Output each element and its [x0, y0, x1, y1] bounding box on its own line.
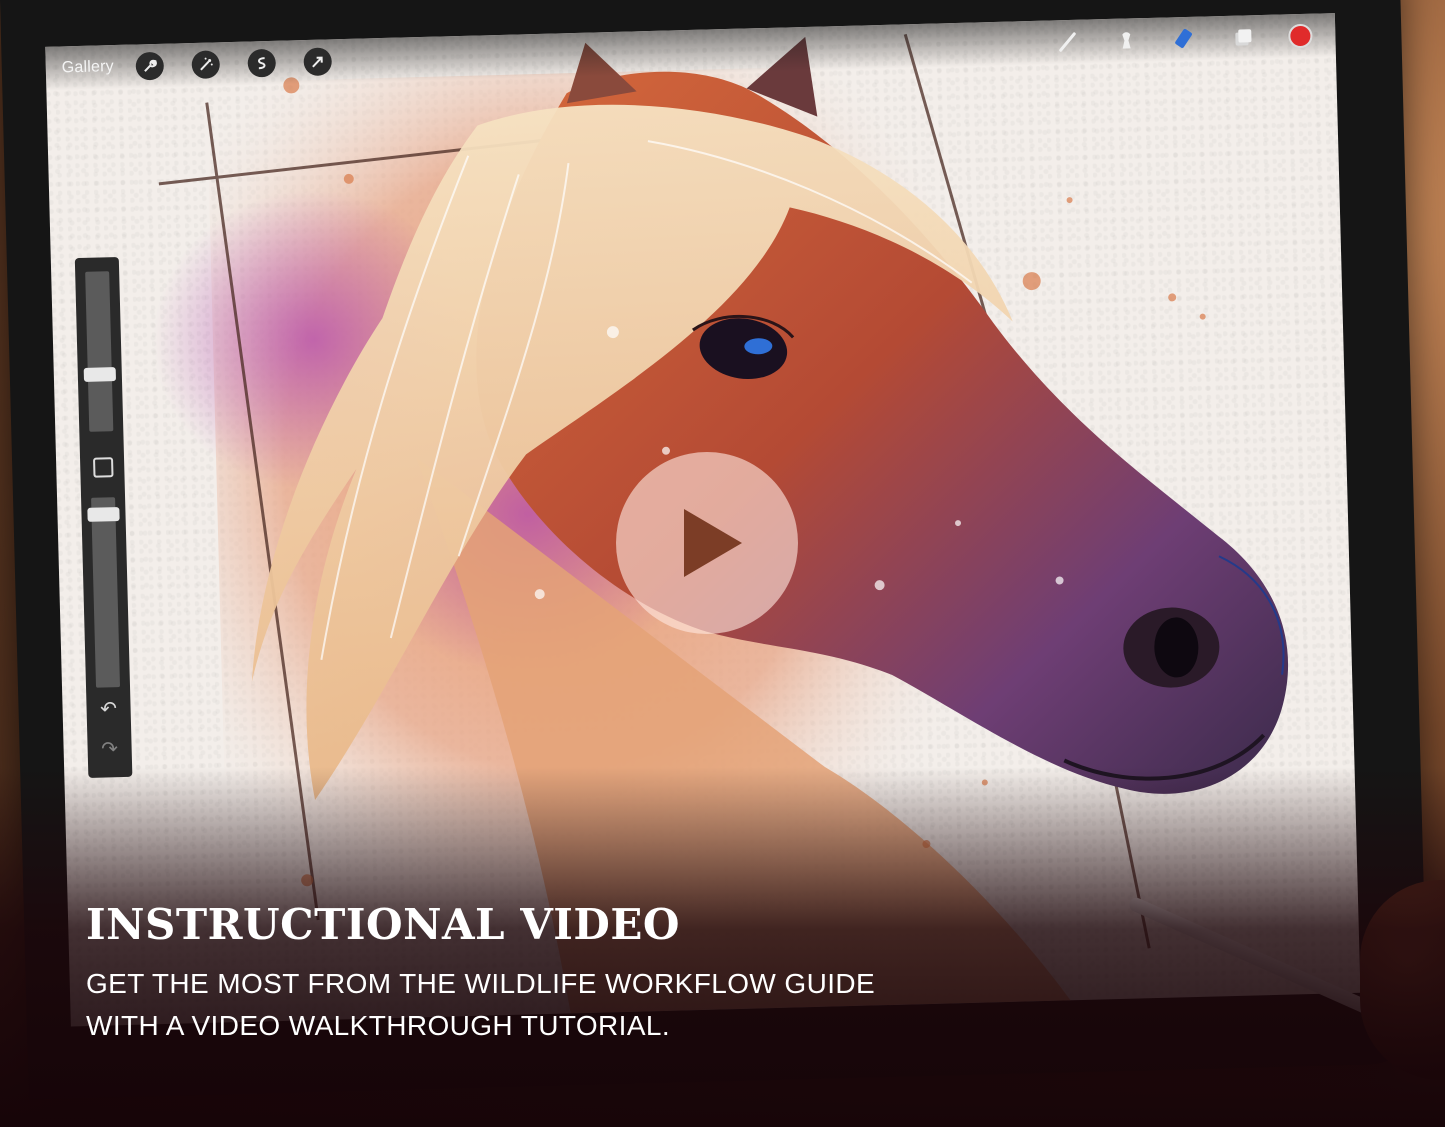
brush-icon[interactable]: [1053, 27, 1084, 58]
redo-icon[interactable]: ↷: [97, 737, 122, 762]
transform-arrow-icon[interactable]: [303, 47, 333, 77]
brush-size-thumb[interactable]: [83, 367, 117, 382]
caption-block: INSTRUCTIONAL VIDEO GET THE MOST FROM TH…: [86, 900, 875, 1047]
caption-line-1: GET THE MOST FROM THE WILDLIFE WORKFLOW …: [86, 968, 876, 999]
video-play-button[interactable]: [616, 452, 798, 634]
wrench-icon[interactable]: [135, 51, 165, 81]
undo-icon[interactable]: ↶: [96, 697, 121, 722]
color-picker[interactable]: [1285, 21, 1316, 52]
play-icon: [684, 509, 742, 577]
brush-size-slider[interactable]: [85, 271, 114, 432]
layers-icon[interactable]: [1227, 22, 1258, 53]
promo-stage: Gallery ↶ ↷ INSTRUCTIONAL VIDEO GET THE …: [0, 0, 1445, 1127]
opacity-thumb[interactable]: [87, 507, 120, 522]
caption-title: INSTRUCTIONAL VIDEO: [86, 900, 680, 949]
modify-square-icon[interactable]: [93, 457, 114, 478]
right-tool-group: [1025, 14, 1316, 66]
selection-icon[interactable]: [247, 48, 277, 78]
active-color-swatch[interactable]: [1288, 23, 1313, 49]
caption-line-2: WITH A VIDEO WALKTHROUGH TUTORIAL.: [86, 1010, 671, 1041]
gallery-button[interactable]: Gallery: [62, 58, 115, 77]
opacity-slider[interactable]: [91, 497, 121, 688]
eraser-icon[interactable]: [1169, 24, 1200, 55]
magic-wand-icon[interactable]: [191, 50, 221, 79]
smudge-icon[interactable]: [1111, 25, 1142, 56]
